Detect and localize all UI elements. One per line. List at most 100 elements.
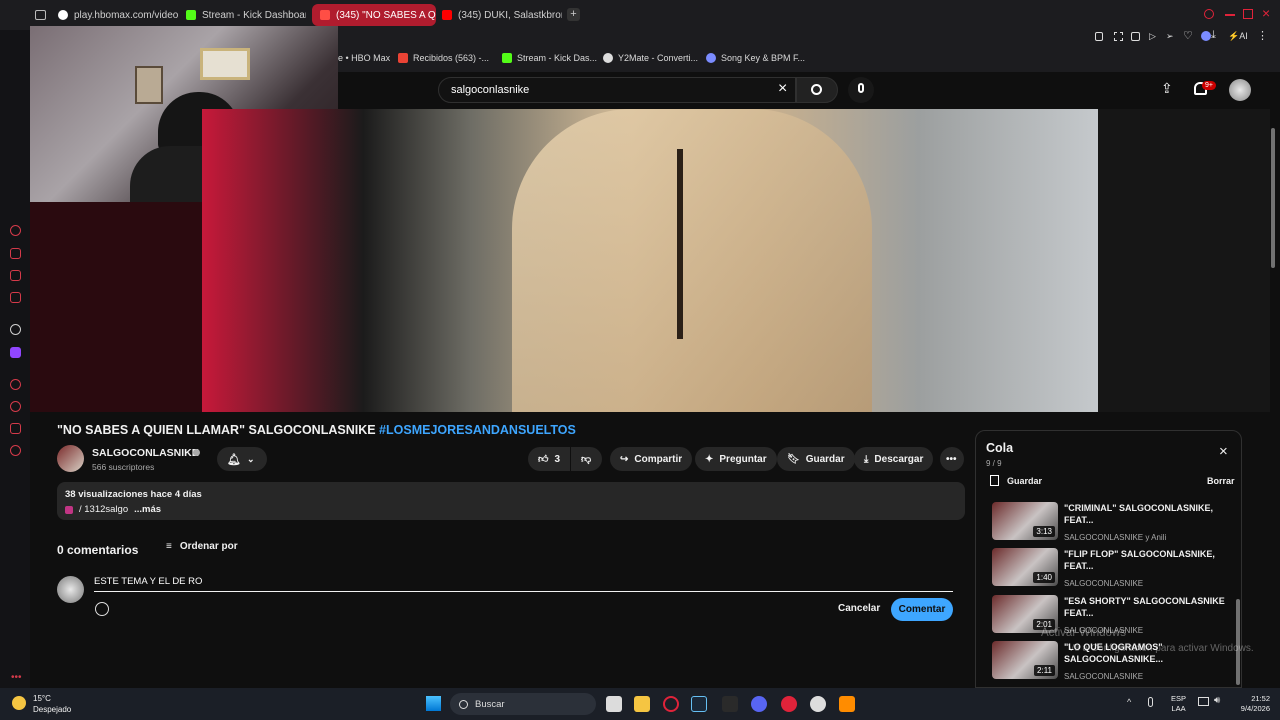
tab-youtube-active[interactable]: (345) "NO SABES A QUIE bbox=[312, 4, 436, 26]
sort-comments-button[interactable]: ≡ Ordenar por bbox=[166, 541, 238, 552]
fl-studio-icon[interactable] bbox=[839, 696, 855, 712]
comment-input[interactable]: ESTE TEMA Y EL DE RO bbox=[94, 576, 202, 587]
microphone-tray-icon[interactable] bbox=[1148, 697, 1153, 707]
subscription-bell-button[interactable]: 🔔︎ ⌄ bbox=[217, 447, 267, 471]
workspace-icon[interactable] bbox=[35, 10, 46, 20]
queue-thumbnail: 1:40 bbox=[992, 548, 1058, 586]
save-button[interactable]: 🔖︎ Guardar bbox=[777, 447, 855, 471]
history-icon[interactable] bbox=[10, 225, 21, 236]
opera-taskbar-icon[interactable] bbox=[663, 696, 679, 712]
kick-icon bbox=[502, 53, 512, 63]
more-icon[interactable]: ••• bbox=[11, 672, 22, 683]
user-avatar bbox=[57, 576, 84, 603]
windows-start-icon[interactable] bbox=[426, 696, 441, 711]
menu-icon[interactable]: ⋮ bbox=[1257, 29, 1268, 42]
description-handle[interactable]: / 1312salgo bbox=[79, 504, 128, 515]
heart-icon[interactable]: ♡ bbox=[1183, 29, 1193, 42]
cancel-comment-button[interactable]: Cancelar bbox=[838, 603, 880, 614]
music-icon[interactable] bbox=[10, 292, 21, 303]
maximize-icon[interactable] bbox=[1243, 9, 1253, 19]
pinboard-icon[interactable] bbox=[10, 423, 21, 434]
weather-moon-icon[interactable] bbox=[12, 696, 26, 710]
file-explorer-icon[interactable] bbox=[634, 696, 650, 712]
page-scrollbar[interactable] bbox=[1271, 128, 1275, 268]
queue-scrollbar[interactable] bbox=[1236, 599, 1240, 685]
hbomax-favicon-icon bbox=[58, 10, 68, 20]
shopping-icon[interactable] bbox=[10, 248, 21, 259]
queue-item[interactable]: 3:13 "CRIMINAL" SALGOCONLASNIKE, FEAT...… bbox=[992, 502, 1232, 546]
epic-games-icon[interactable] bbox=[722, 696, 738, 712]
queue-save-button[interactable]: Guardar bbox=[990, 475, 1042, 486]
tray-chevron-icon[interactable]: ^ bbox=[1127, 697, 1131, 707]
dislike-button[interactable]: 👎︎ bbox=[571, 447, 602, 471]
verified-icon bbox=[193, 449, 200, 456]
minimize-icon[interactable] bbox=[1225, 14, 1235, 16]
emoji-icon[interactable] bbox=[95, 602, 109, 616]
bookmark-y2mate[interactable]: Y2Mate - Converti... bbox=[603, 53, 698, 63]
aria-ai-icon[interactable]: ⚡AI bbox=[1228, 31, 1248, 42]
language-indicator[interactable]: ESP LAA bbox=[1171, 694, 1186, 714]
weather-temp[interactable]: 15°C bbox=[33, 694, 51, 703]
queue-clear-button[interactable]: Borrar bbox=[1207, 476, 1235, 486]
clock[interactable]: 21:52 9/4/2026 bbox=[1232, 694, 1270, 714]
volume-icon[interactable]: 🔊︎ bbox=[1214, 695, 1220, 706]
search-input[interactable]: salgoconlasnike bbox=[438, 77, 796, 103]
upload-icon[interactable]: ⇪ bbox=[1161, 80, 1173, 97]
tab-youtube-duki[interactable]: (345) DUKI, Salastkbron bbox=[442, 4, 562, 26]
queue-thumbnail: 2:11 bbox=[992, 641, 1058, 679]
bookmark-songkey[interactable]: Song Key & BPM F... bbox=[706, 53, 805, 63]
more-actions-button[interactable]: ••• bbox=[940, 447, 964, 471]
clear-search-icon[interactable]: × bbox=[778, 80, 787, 98]
tab-label: Stream - Kick Dashboard bbox=[202, 9, 306, 21]
pin-icon[interactable] bbox=[1095, 32, 1103, 41]
description-box[interactable]: 38 visualizaciones hace 4 días / 1312sal… bbox=[57, 482, 965, 520]
search-query: salgoconlasnike bbox=[451, 84, 530, 96]
channel-name[interactable]: SALGOCONLASNIKE bbox=[92, 447, 199, 459]
queue-item[interactable]: 1:40 "FLIP FLOP" SALGOCONLASNIKE, FEAT..… bbox=[992, 548, 1232, 592]
steam-icon[interactable] bbox=[691, 696, 707, 712]
taskbar-search[interactable]: Buscar bbox=[450, 693, 596, 715]
play-icon[interactable]: ▷ bbox=[1149, 31, 1156, 42]
search-tabs-icon[interactable] bbox=[1204, 9, 1214, 19]
discord-icon[interactable] bbox=[751, 696, 767, 712]
network-icon[interactable] bbox=[1198, 697, 1209, 706]
close-queue-icon[interactable]: × bbox=[1219, 443, 1228, 460]
avatar[interactable] bbox=[1229, 79, 1251, 101]
close-icon[interactable]: × bbox=[1262, 5, 1270, 21]
channel-avatar[interactable] bbox=[57, 445, 84, 472]
bookmark-kick[interactable]: Stream - Kick Das... bbox=[502, 53, 597, 63]
download-icon[interactable]: ⤓ bbox=[1211, 29, 1216, 42]
twitch-icon[interactable] bbox=[10, 347, 21, 358]
download-button[interactable]: ⤓ Descargar bbox=[854, 447, 934, 471]
messenger-icon[interactable] bbox=[10, 270, 21, 281]
queue-item-title: "FLIP FLOP" SALGOCONLASNIKE, FEAT... bbox=[1064, 549, 1215, 571]
bookmark-gmail[interactable]: Recibidos (563) -... bbox=[398, 53, 489, 63]
microphone-icon bbox=[858, 83, 864, 93]
chatgpt-icon[interactable] bbox=[10, 324, 21, 335]
like-button[interactable]: 👍︎ 3 bbox=[528, 447, 570, 471]
search-button[interactable] bbox=[796, 77, 838, 103]
ask-button[interactable]: ✦ Preguntar bbox=[695, 447, 777, 471]
send-icon[interactable]: ➢ bbox=[1166, 31, 1174, 42]
tab-kick-dashboard[interactable]: Stream - Kick Dashboard bbox=[186, 4, 306, 26]
share-button[interactable]: ↪ Compartir bbox=[610, 447, 693, 471]
task-view-icon[interactable] bbox=[606, 696, 622, 712]
clock-icon[interactable] bbox=[10, 401, 21, 412]
frame-icon bbox=[135, 66, 163, 104]
extension-icon[interactable] bbox=[1201, 31, 1211, 41]
obs-icon[interactable] bbox=[810, 696, 826, 712]
settings-icon[interactable] bbox=[10, 445, 21, 456]
recorder-icon[interactable] bbox=[781, 696, 797, 712]
video-hashtag-link[interactable]: #LOSMEJORESANDANSUELTOS bbox=[379, 423, 576, 437]
plus-icon[interactable]: + bbox=[567, 8, 580, 21]
adblock-icon[interactable] bbox=[1131, 32, 1140, 41]
voice-search-button[interactable] bbox=[848, 77, 874, 103]
bookmark-hbomax[interactable]: e • HBO Max bbox=[338, 53, 390, 63]
description-more[interactable]: ...más bbox=[134, 504, 161, 515]
player-icon[interactable] bbox=[10, 379, 21, 390]
weather-desc[interactable]: Despejado bbox=[33, 705, 71, 714]
snapshot-icon[interactable] bbox=[1114, 32, 1123, 41]
tab-hbomax[interactable]: play.hbomax.com/video/w bbox=[58, 4, 178, 26]
video-player[interactable] bbox=[202, 109, 1098, 412]
submit-comment-button[interactable]: Comentar bbox=[891, 598, 953, 621]
